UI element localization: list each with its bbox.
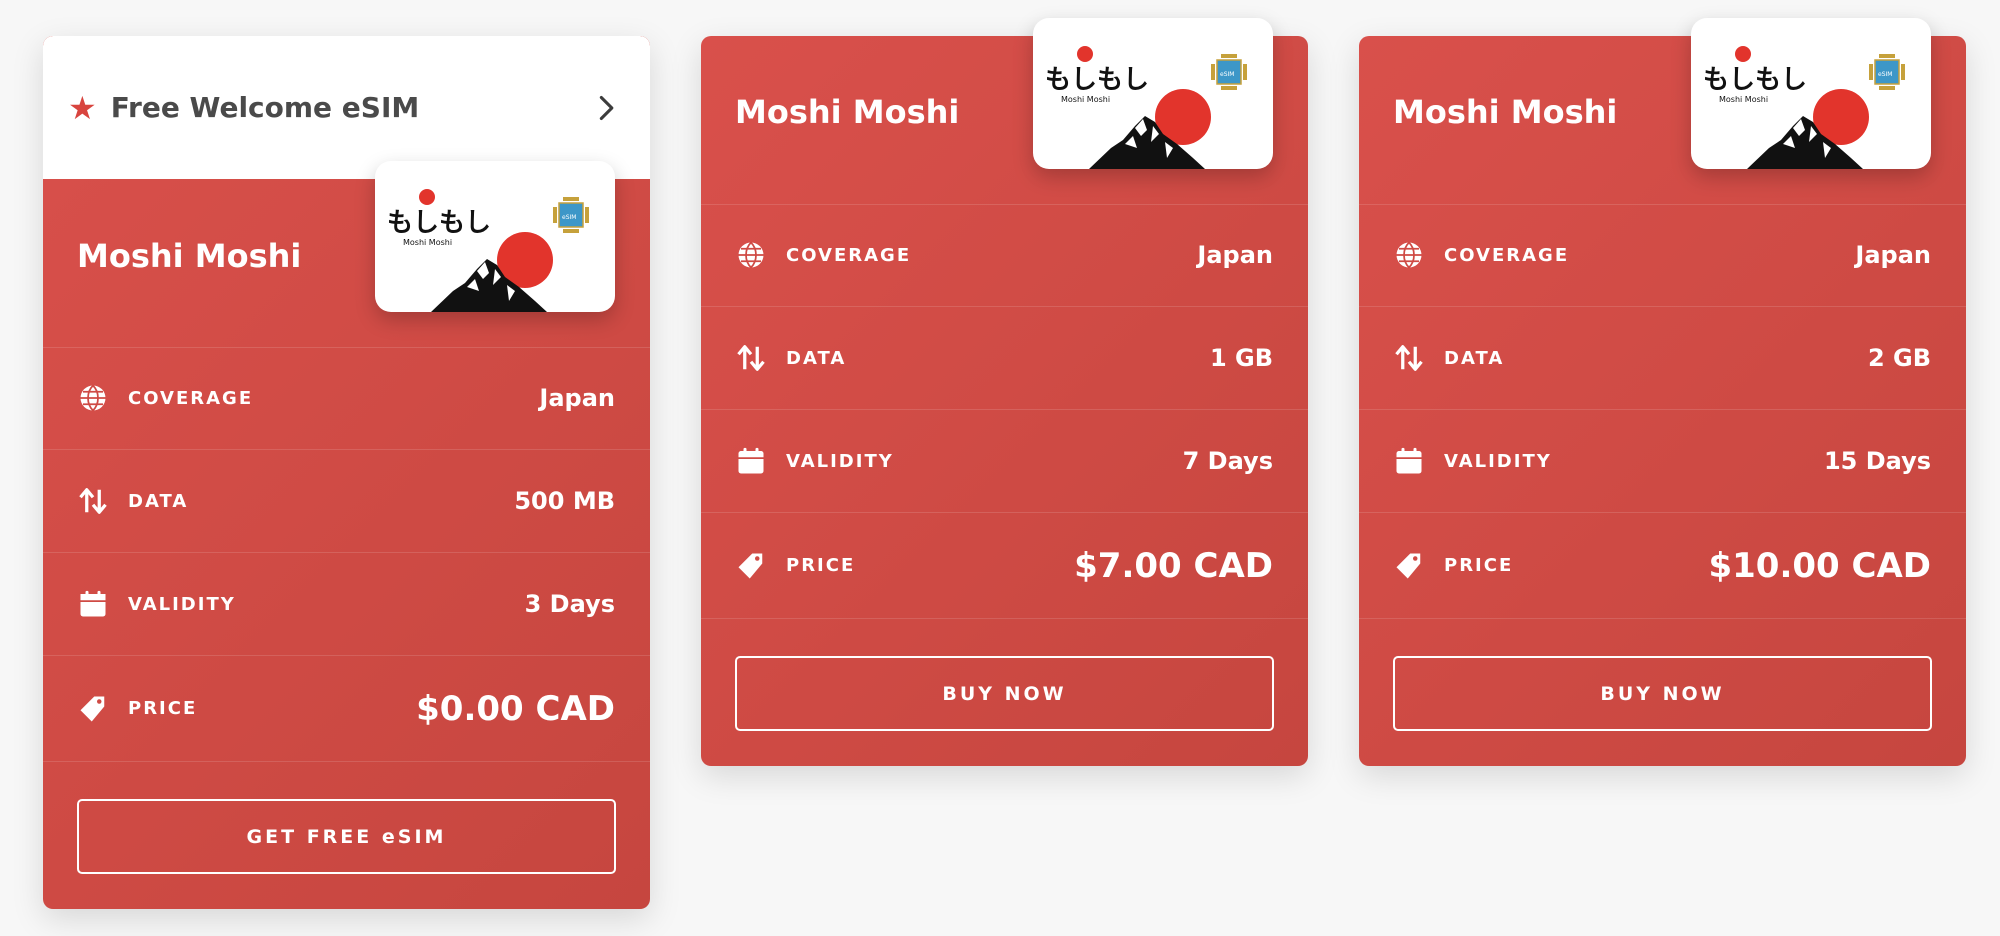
- plan-header: Moshi Moshi もしもし Moshi Moshi eSIM: [1359, 18, 1966, 205]
- data-value: 2 GB: [1867, 344, 1931, 372]
- arrows-up-down-icon: [79, 488, 107, 514]
- plan-details: COVERAGE Japan DATA 2 GB VALIDITY 15 Day…: [1359, 204, 1966, 619]
- validity-label: VALIDITY: [1444, 450, 1552, 472]
- calendar-icon: [80, 590, 106, 617]
- coverage-row: COVERAGE Japan: [701, 204, 1308, 307]
- price-tag-icon: [80, 696, 105, 721]
- globe-icon: [738, 241, 764, 269]
- plan-card-free: ★ Free Welcome eSIM Moshi Moshi もしもし Mos…: [43, 36, 650, 909]
- free-welcome-esim-link[interactable]: ★ Free Welcome eSIM: [43, 36, 650, 179]
- get-free-esim-button[interactable]: GET FREE eSIM: [77, 799, 616, 874]
- data-row: DATA 1 GB: [701, 307, 1308, 410]
- coverage-label: COVERAGE: [128, 387, 254, 409]
- validity-row: VALIDITY 3 Days: [43, 553, 650, 656]
- coverage-label: COVERAGE: [786, 244, 912, 266]
- sim-chip-label: eSIM: [1220, 71, 1234, 78]
- plan-name: Moshi Moshi: [1393, 93, 1618, 131]
- price-row: PRICE $7.00 CAD: [701, 513, 1308, 619]
- validity-value: 15 Days: [1823, 447, 1931, 475]
- data-label: DATA: [1444, 347, 1505, 369]
- coverage-label: COVERAGE: [1444, 244, 1570, 266]
- coverage-value: Japan: [539, 384, 615, 412]
- welcome-label: Free Welcome eSIM: [110, 91, 420, 124]
- price-value: $0.00 CAD: [416, 688, 615, 729]
- sim-logo-text: もしもし: [1703, 65, 1807, 95]
- validity-value: 7 Days: [1182, 447, 1273, 475]
- data-value: 500 MB: [514, 487, 615, 515]
- coverage-row: COVERAGE Japan: [1359, 204, 1966, 307]
- price-row: PRICE $10.00 CAD: [1359, 513, 1966, 619]
- validity-row: VALIDITY 15 Days: [1359, 410, 1966, 513]
- sim-logo-text: もしもし: [387, 208, 491, 238]
- star-icon: ★: [68, 88, 97, 127]
- plan-name: Moshi Moshi: [735, 93, 960, 131]
- buy-now-button[interactable]: BUY NOW: [735, 656, 1274, 731]
- validity-row: VALIDITY 7 Days: [701, 410, 1308, 513]
- sim-logo-sub: Moshi Moshi: [1719, 95, 1768, 104]
- chevron-right-icon: [599, 95, 614, 120]
- buy-now-button[interactable]: BUY NOW: [1393, 656, 1932, 731]
- calendar-icon: [738, 447, 764, 474]
- price-label: PRICE: [786, 555, 856, 576]
- price-tag-icon: [738, 553, 763, 578]
- validity-label: VALIDITY: [786, 450, 894, 472]
- plan-details: COVERAGE Japan DATA 1 GB VALIDITY 7 Days…: [701, 204, 1308, 619]
- esim-card-image: もしもし Moshi Moshi eSIM: [1691, 18, 1931, 169]
- data-label: DATA: [128, 490, 189, 512]
- globe-icon: [1396, 241, 1422, 269]
- globe-icon: [80, 384, 106, 412]
- price-value: $7.00 CAD: [1074, 545, 1273, 586]
- calendar-icon: [1396, 447, 1422, 474]
- arrows-up-down-icon: [1395, 345, 1423, 371]
- validity-label: VALIDITY: [128, 593, 236, 615]
- sim-logo-text: もしもし: [1045, 65, 1149, 95]
- data-value: 1 GB: [1209, 344, 1273, 372]
- sim-logo-sub: Moshi Moshi: [1061, 95, 1110, 104]
- price-tag-icon: [1396, 553, 1421, 578]
- price-row: PRICE $0.00 CAD: [43, 656, 650, 762]
- plan-header: Moshi Moshi もしもし Moshi Moshi eSIM: [43, 161, 650, 348]
- plan-details: COVERAGE Japan DATA 500 MB VALIDITY 3 Da…: [43, 347, 650, 762]
- validity-value: 3 Days: [524, 590, 615, 618]
- plan-card-1gb: Moshi Moshi もしもし Moshi Moshi eSIM COVERA…: [701, 18, 1308, 766]
- price-label: PRICE: [1444, 555, 1514, 576]
- plan-name: Moshi Moshi: [77, 237, 302, 275]
- plan-card-2gb: Moshi Moshi もしもし Moshi Moshi eSIM COVERA…: [1359, 18, 1966, 766]
- data-row: DATA 2 GB: [1359, 307, 1966, 410]
- esim-card-image: もしもし Moshi Moshi eSIM: [1033, 18, 1273, 169]
- sim-chip-label: eSIM: [562, 214, 576, 221]
- coverage-value: Japan: [1197, 241, 1273, 269]
- coverage-value: Japan: [1855, 241, 1931, 269]
- price-value: $10.00 CAD: [1708, 545, 1931, 586]
- sim-chip-label: eSIM: [1878, 71, 1892, 78]
- coverage-row: COVERAGE Japan: [43, 347, 650, 450]
- sim-logo-sub: Moshi Moshi: [403, 238, 452, 247]
- esim-card-image: もしもし Moshi Moshi eSIM: [375, 161, 615, 312]
- data-row: DATA 500 MB: [43, 450, 650, 553]
- arrows-up-down-icon: [737, 345, 765, 371]
- data-label: DATA: [786, 347, 847, 369]
- price-label: PRICE: [128, 698, 198, 719]
- plan-header: Moshi Moshi もしもし Moshi Moshi eSIM: [701, 18, 1308, 205]
